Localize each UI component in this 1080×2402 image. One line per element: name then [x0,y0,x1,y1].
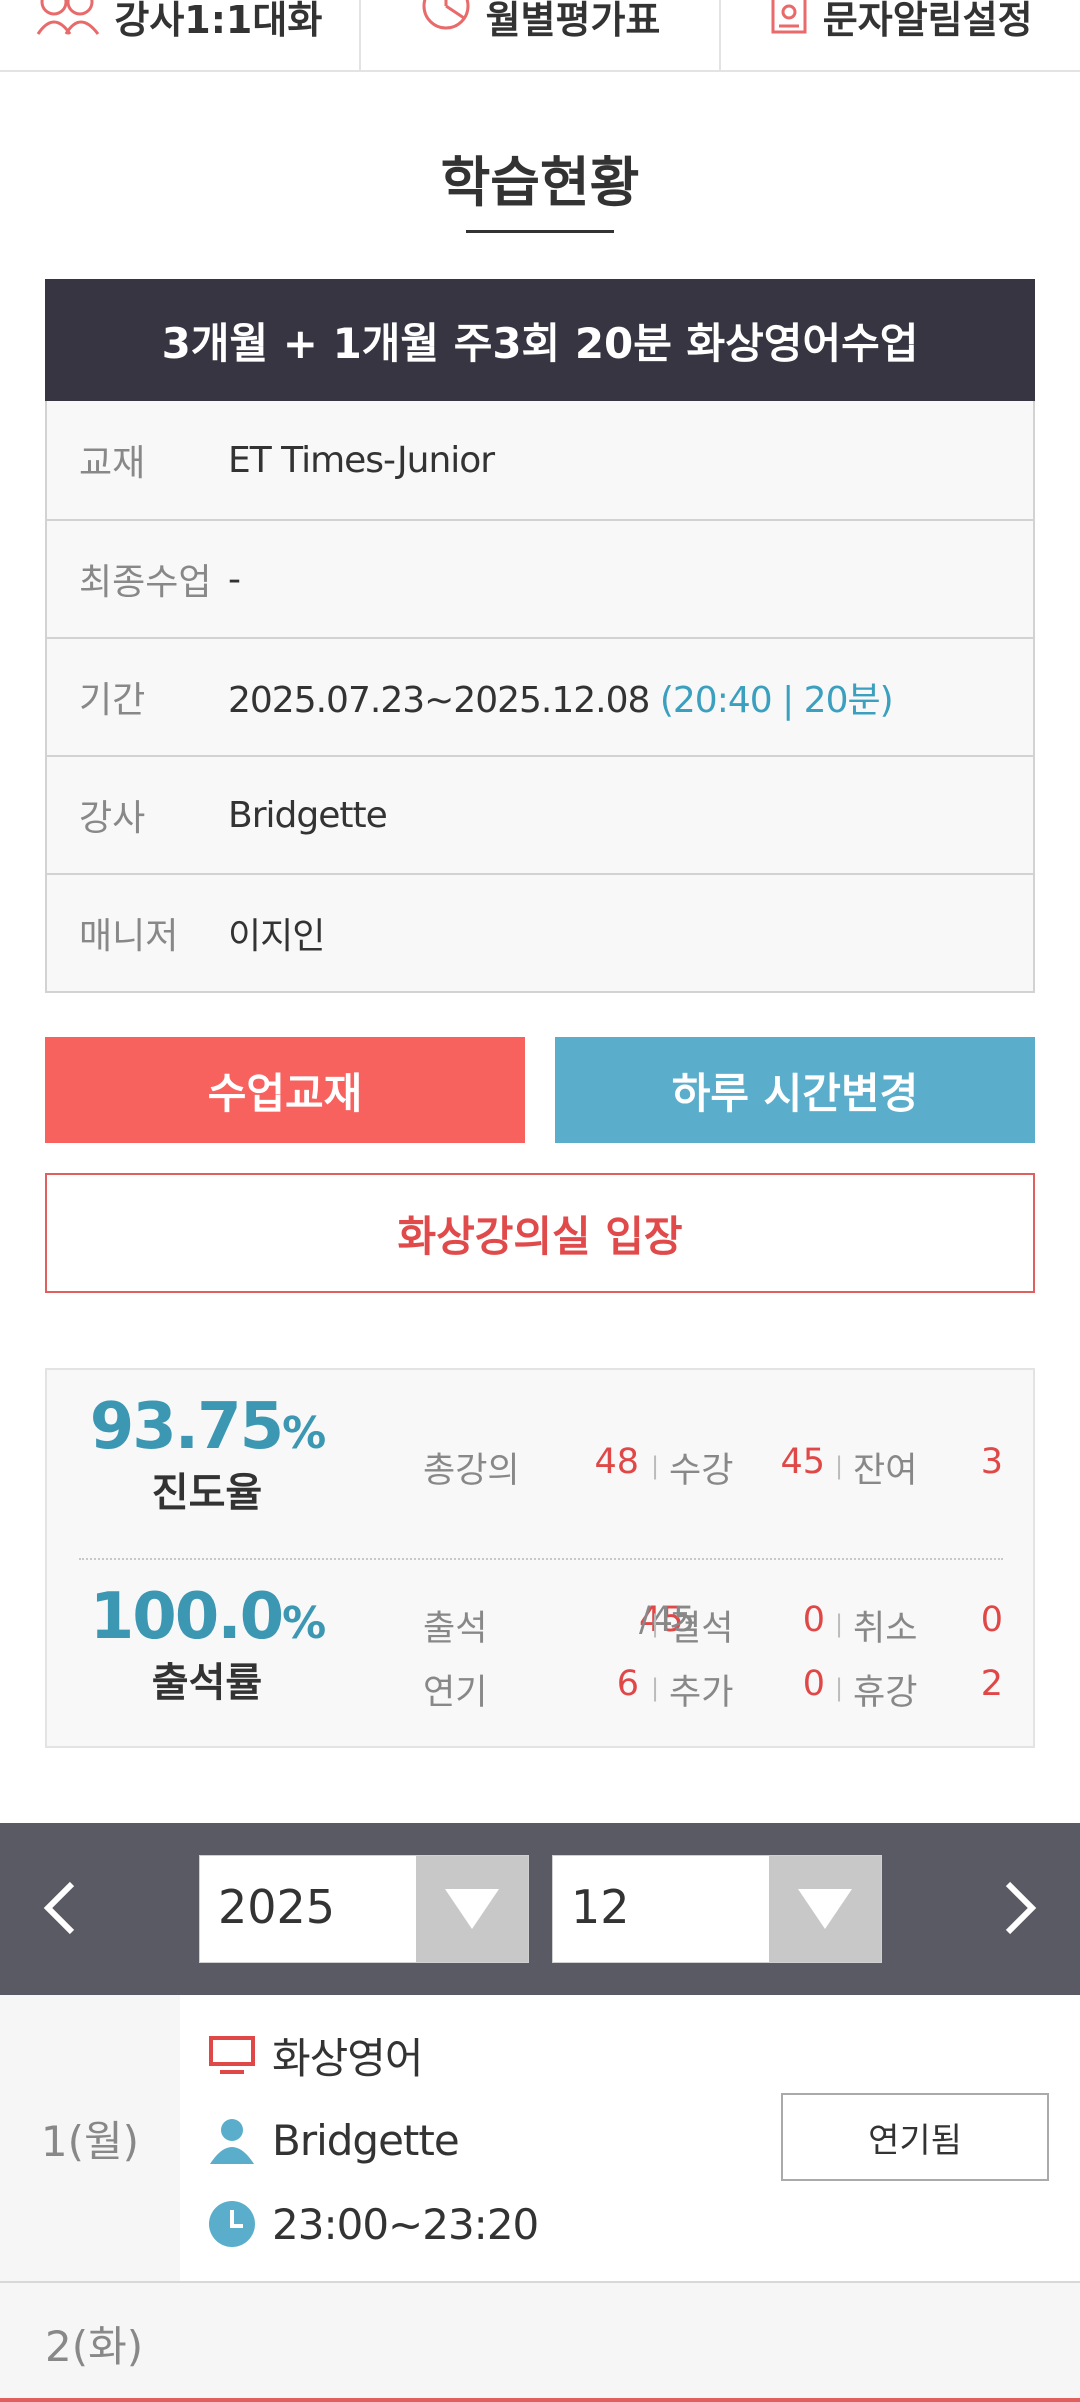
lesson-teacher-text: Bridgette [272,2115,460,2165]
separator: | [651,1610,660,1638]
attendance-caption: 출석률 [151,1660,263,1706]
stat-label: 추가 [669,1673,734,1713]
chart-icon [422,0,470,30]
person-icon [210,2119,254,2164]
month-value: 12 [571,1880,630,1934]
clock-icon [209,2201,255,2247]
nav-monthly-eval[interactable]: 월별평가표 [361,0,722,72]
stat-value: 6 [616,1664,639,1704]
month-select[interactable]: 12 [552,1855,882,1963]
stat-value: 3 [980,1442,1003,1482]
info-label: 매니저 [79,916,179,957]
lesson-type: 화상영어 [208,2025,424,2085]
stat-value: 0 [802,1664,825,1704]
info-row-textbook: 교재 ET Times-Junior [47,401,1033,519]
info-row-period: 기간 2025.07.23~2025.12.08 (20:40 | 20분) [47,637,1033,755]
info-label: 최종수업 [79,562,212,603]
lesson-time-text: 23:00~23:20 [272,2199,539,2249]
message-icon [771,0,807,34]
month-selector-bar: 2025 12 [0,1823,1080,1995]
info-row-teacher: 강사 Bridgette [47,755,1033,873]
separator: | [651,1452,660,1480]
stats-row-attendance: 출석 45/45 | 결석 0 | 취소 0 [423,1600,1003,1649]
stat-label: 취소 [853,1609,918,1649]
stats-row-postpone: 연기 6 | 추가 0 | 휴강 2 [423,1664,1023,1714]
stat-value: 0 [980,1600,1003,1640]
top-nav: 강사1:1대화 월별평가표 문자알림설정 [0,0,1080,72]
day-label: 1(월) [0,1995,180,2281]
chevron-left-icon [43,1881,75,1935]
dropdown-arrow-icon [769,1856,881,1962]
stat-label: 총강의 [423,1451,520,1491]
monitor-icon [209,2036,255,2074]
info-value: ET Times-Junior [228,439,495,481]
stat-label: 연기 [423,1673,488,1713]
info-value: 이지인 [228,916,325,957]
year-select[interactable]: 2025 [199,1855,529,1963]
progress-caption: 진도율 [151,1470,263,1516]
plan-title: 3개월 + 1개월 주3회 20분 화상영어수업 [45,279,1035,401]
stat-label: 휴강 [853,1673,918,1713]
info-row-last-class: 최종수업 - [47,519,1033,637]
next-month-button[interactable] [990,1873,1050,1943]
nav-sms-settings[interactable]: 문자알림설정 [721,0,1080,72]
dropdown-arrow-icon [416,1856,528,1962]
nav-label: 강사1:1대화 [114,0,323,42]
period-time: (20:40 | 20분) [659,680,894,721]
plan-info-table: 교재 ET Times-Junior 최종수업 - 기간 2025.07.23~… [45,401,1035,993]
info-label: 기간 [79,680,146,721]
nav-teacher-chat[interactable]: 강사1:1대화 [0,0,361,72]
chevron-right-icon [1005,1881,1037,1935]
info-value: - [228,558,241,600]
nav-label: 월별평가표 [485,0,661,42]
lesson-time: 23:00~23:20 [208,2194,539,2254]
title-underline [466,230,614,233]
schedule-day-row: 1(월) 화상영어 Bridgette 23:00~23:20 연기됨 [0,1995,1080,2283]
stat-value: 45 [780,1442,825,1482]
info-label: 교재 [79,443,146,484]
change-time-button[interactable]: 하루 시간변경 [555,1037,1035,1143]
day-label: 2(화) [45,2322,144,2371]
separator: | [651,1674,660,1702]
stat-value: 0 [802,1600,825,1640]
info-value: Bridgette [228,794,388,836]
period-dates: 2025.07.23~2025.12.08 [228,680,650,721]
people-icon [37,0,100,35]
stats-panel: 93.75% 진도율 총강의 48 | 수강 45 | 잔여 3 100.0% … [45,1368,1035,1748]
stat-label: 결석 [669,1609,734,1649]
stat-value: 48 [594,1442,639,1482]
stats-divider [79,1558,1003,1560]
stat-label: 잔여 [853,1451,918,1491]
separator: | [835,1452,844,1480]
attendance-rate: 100.0% [89,1580,327,1654]
stat-label: 출석 [423,1609,488,1649]
stat-label: 수강 [669,1451,734,1491]
schedule-day-row: 2(화) [0,2283,1080,2402]
textbook-button[interactable]: 수업교재 [45,1037,525,1143]
separator: | [835,1674,844,1702]
progress-stat: 93.75% 진도율 [57,1390,357,1518]
enter-classroom-button[interactable]: 화상강의실 입장 [45,1173,1035,1293]
info-row-manager: 매니저 이지인 [47,873,1033,991]
info-value: 2025.07.23~2025.12.08 (20:40 | 20분) [228,671,894,723]
stat-value: 2 [980,1664,1003,1704]
progress-rate: 93.75% [89,1390,327,1464]
page-title: 학습현황 [440,151,640,214]
separator: | [835,1610,844,1638]
lesson-type-text: 화상영어 [272,2033,424,2083]
attendance-stat: 100.0% 출석률 [57,1580,357,1708]
postponed-status-button[interactable]: 연기됨 [781,2093,1049,2181]
prev-month-button[interactable] [30,1873,90,1943]
nav-label: 문자알림설정 [822,0,1033,42]
year-value: 2025 [218,1880,336,1934]
stats-row-lessons: 총강의 48 | 수강 45 | 잔여 3 [423,1442,1023,1492]
info-label: 강사 [79,798,146,839]
lesson-teacher: Bridgette [208,2110,460,2170]
